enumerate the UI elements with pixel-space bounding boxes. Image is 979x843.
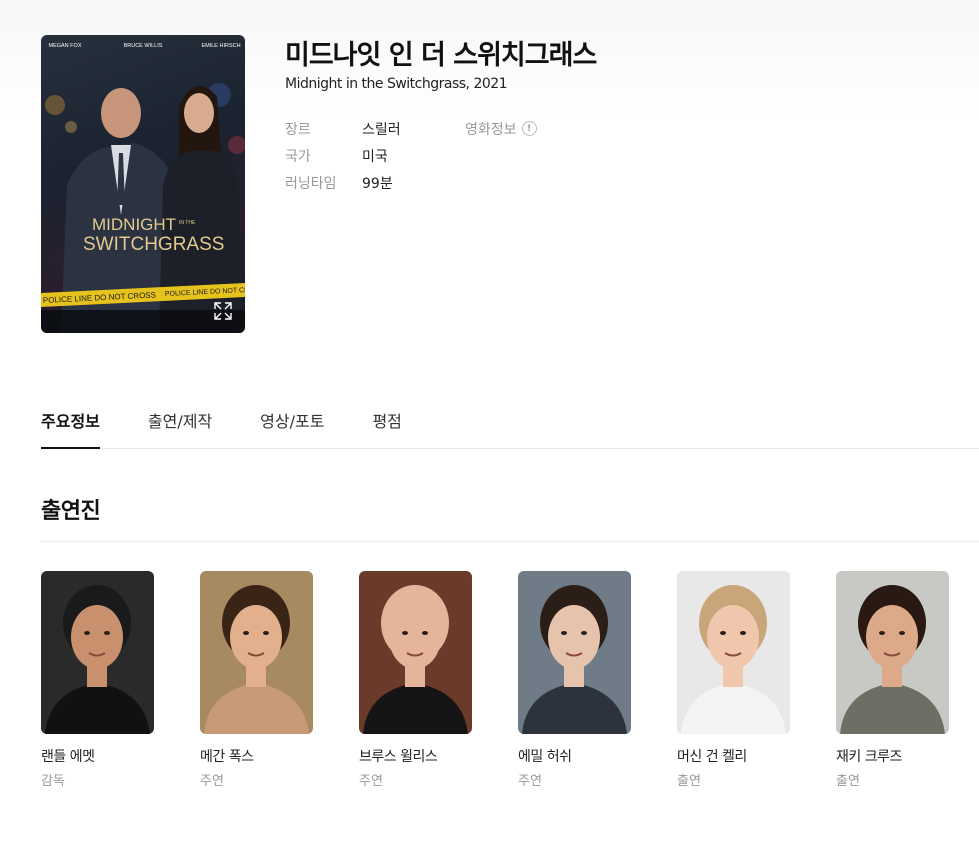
info-value: 스릴러 <box>362 121 401 138</box>
movie-info-link[interactable]: 영화정보 ! <box>465 119 537 139</box>
cast-role: 감독 <box>41 774 65 789</box>
tab-bar: 주요정보 출연/제작 영상/포토 평점 <box>41 395 979 449</box>
cast-name[interactable]: 에밀 허쉬 <box>518 746 631 766</box>
portrait-eye-left <box>879 631 885 635</box>
portrait-eye-right <box>263 631 269 635</box>
poster-headline-2: SWITCHGRASS <box>83 234 224 255</box>
portrait-eye-right <box>899 631 905 635</box>
portrait-eye-left <box>84 631 90 635</box>
poster-name-2: BRUCE WILLIS <box>124 43 163 49</box>
info-label: 장르 <box>285 121 311 138</box>
info-label: 러닝타임 <box>285 175 337 192</box>
cast-portrait <box>836 571 949 734</box>
cast-list: 랜들 에멧 감독 메간 폭스 주연 브루스 윌리스 주연 에밀 허쉬 주연 머신… <box>41 571 949 789</box>
tab-cast-crew[interactable]: 출연/제작 <box>148 395 212 448</box>
tab-video-photo[interactable]: 영상/포토 <box>260 395 324 448</box>
cast-portrait <box>41 571 154 734</box>
poster-name-3: EMILE HIRSCH <box>201 43 240 49</box>
poster-headline-in: IN THE <box>179 220 196 226</box>
poster-art: MEGAN FOX BRUCE WILLIS EMILE HIRSCH MIDN… <box>41 43 245 333</box>
portrait-eye-right <box>581 631 587 635</box>
cast-role: 출연 <box>836 774 860 789</box>
cast-portrait <box>359 571 472 734</box>
portrait-eye-left <box>243 631 249 635</box>
section-divider <box>41 541 979 542</box>
portrait-eye-right <box>740 631 746 635</box>
cast-photo[interactable] <box>41 571 154 734</box>
movie-info-table: 장르 스릴러 영화정보 ! 국가 미국 러닝타임 99분 <box>285 115 537 196</box>
poster-headline-1: MIDNIGHT <box>92 215 176 234</box>
cast-card[interactable]: 브루스 윌리스 주연 <box>359 571 472 789</box>
cast-photo[interactable] <box>518 571 631 734</box>
portrait-face <box>230 605 282 669</box>
info-circle-icon[interactable]: ! <box>521 121 537 136</box>
portrait-face <box>866 605 918 669</box>
cast-name[interactable]: 브루스 윌리스 <box>359 746 472 766</box>
cast-card[interactable]: 랜들 에멧 감독 <box>41 571 154 789</box>
cast-portrait <box>200 571 313 734</box>
expand-icon[interactable] <box>213 301 233 321</box>
cast-name[interactable]: 메간 폭스 <box>200 746 313 766</box>
cast-card[interactable]: 재키 크루즈 출연 <box>836 571 949 789</box>
cast-card[interactable]: 메간 폭스 주연 <box>200 571 313 789</box>
portrait-face <box>548 605 600 669</box>
cast-name[interactable]: 재키 크루즈 <box>836 746 949 766</box>
cast-name[interactable]: 랜들 에멧 <box>41 746 154 766</box>
cast-photo[interactable] <box>200 571 313 734</box>
portrait-eye-right <box>422 631 428 635</box>
cast-card[interactable]: 머신 건 켈리 출연 <box>677 571 790 789</box>
tab-ratings[interactable]: 평점 <box>372 395 401 448</box>
info-row-runtime: 러닝타임 99분 <box>285 169 537 196</box>
movie-poster[interactable]: MEGAN FOX BRUCE WILLIS EMILE HIRSCH MIDN… <box>41 35 245 333</box>
cast-photo[interactable] <box>359 571 472 734</box>
info-label: 국가 <box>285 148 311 165</box>
portrait-eye-left <box>720 631 726 635</box>
info-row-country: 국가 미국 <box>285 142 537 169</box>
tab-main-info[interactable]: 주요정보 <box>41 395 100 449</box>
info-value: 99분 <box>362 175 393 192</box>
cast-portrait <box>518 571 631 734</box>
cast-portrait <box>677 571 790 734</box>
movie-title: 미드나잇 인 더 스위치그래스 <box>285 40 597 71</box>
cast-name[interactable]: 머신 건 켈리 <box>677 746 790 766</box>
cast-card[interactable]: 에밀 허쉬 주연 <box>518 571 631 789</box>
portrait-face <box>71 605 123 669</box>
cast-photo[interactable] <box>677 571 790 734</box>
portrait-eye-left <box>561 631 567 635</box>
poster-name-1: MEGAN FOX <box>48 43 81 49</box>
cast-role: 주연 <box>518 774 542 789</box>
portrait-face <box>389 605 441 669</box>
movie-subtitle: Midnight in the Switchgrass, 2021 <box>285 76 508 92</box>
cast-section-title: 출연진 <box>41 499 101 524</box>
cast-photo[interactable] <box>836 571 949 734</box>
portrait-eye-right <box>104 631 110 635</box>
movie-info-link-label: 영화정보 <box>465 121 517 138</box>
cast-role: 주연 <box>359 774 383 789</box>
cast-role: 주연 <box>200 774 224 789</box>
portrait-face <box>707 605 759 669</box>
portrait-eye-left <box>402 631 408 635</box>
info-row-genre: 장르 스릴러 영화정보 ! <box>285 115 537 142</box>
info-value: 미국 <box>362 148 388 165</box>
cast-role: 출연 <box>677 774 701 789</box>
